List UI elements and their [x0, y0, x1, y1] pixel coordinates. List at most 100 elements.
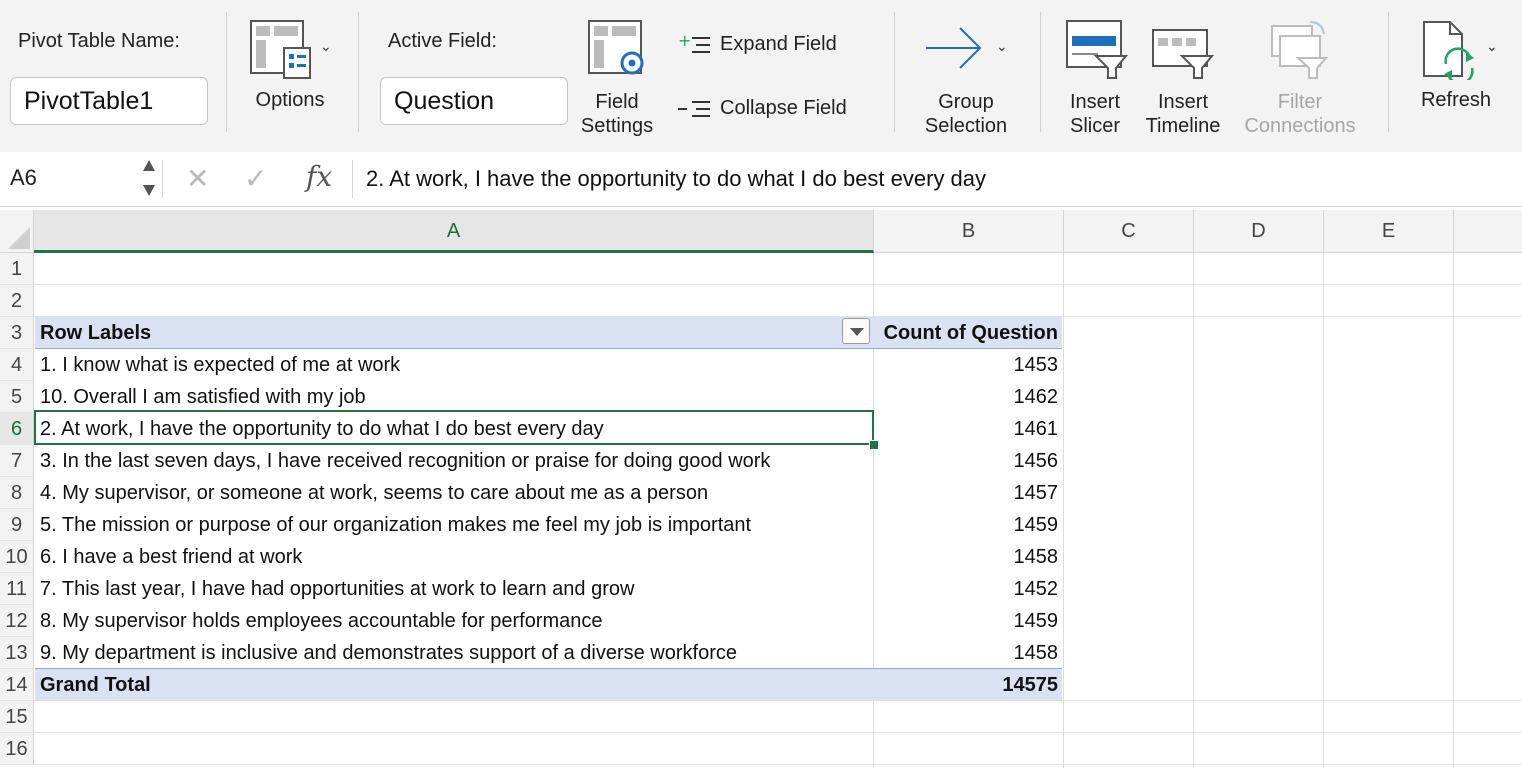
collapse-field-label: Collapse Field: [720, 97, 847, 119]
row-header-15[interactable]: 15: [0, 701, 34, 733]
row-label-cell[interactable]: 10. Overall I am satisfied with my job: [35, 381, 873, 413]
row-header-10[interactable]: 10: [0, 541, 34, 573]
row-labels-header[interactable]: Row Labels: [35, 317, 835, 349]
row-header-12[interactable]: 12: [0, 605, 34, 637]
row-header-9[interactable]: 9: [0, 509, 34, 541]
expand-icon: +: [678, 32, 710, 53]
row-header-3[interactable]: 3: [0, 317, 34, 349]
name-box[interactable]: A6: [0, 152, 160, 206]
gridline: [1193, 253, 1194, 768]
count-cell[interactable]: 1462: [874, 381, 1063, 413]
insert-timeline-label-line1: Insert: [1157, 91, 1209, 113]
count-cell[interactable]: 1461: [874, 413, 1063, 445]
insert-function-icon[interactable]: fx: [306, 160, 332, 193]
cancel-icon[interactable]: ✕: [186, 162, 209, 195]
gridline: [1063, 253, 1064, 768]
enter-icon[interactable]: ✓: [244, 162, 267, 195]
column-header-c[interactable]: C: [1064, 210, 1194, 253]
row-header-5[interactable]: 5: [0, 381, 34, 413]
ribbon-separator: [226, 12, 227, 132]
group-selection-label-line2: Selection: [924, 115, 1008, 137]
gridline: [34, 764, 1522, 765]
chevron-down-icon: ⌄: [320, 38, 332, 54]
row-header-13[interactable]: 13: [0, 637, 34, 669]
insert-timeline-label-line2: Timeline: [1145, 115, 1221, 137]
formula-input[interactable]: 2. At work, I have the opportunity to do…: [366, 152, 986, 206]
filter-connections-label-line2: Connections: [1244, 115, 1356, 137]
name-box-stepper-icon[interactable]: [142, 158, 156, 198]
select-all-corner[interactable]: [0, 210, 34, 253]
row-label-cell[interactable]: 9. My department is inclusive and demons…: [35, 637, 873, 669]
expand-field-label: Expand Field: [720, 33, 837, 55]
grand-total-count[interactable]: 14575: [874, 669, 1063, 701]
worksheet-grid[interactable]: A B C D E F 1 2 3 4 5 6 7 8 9 10 11 12 1…: [0, 210, 1522, 768]
field-settings-label-line1: Field: [595, 91, 639, 113]
gridline: [34, 284, 1522, 285]
insert-slicer-button[interactable]: Insert Slicer: [1058, 18, 1132, 137]
timeline-icon: [1152, 29, 1215, 79]
column-header-b[interactable]: B: [874, 210, 1064, 253]
refresh-button[interactable]: ⌄ Refresh: [1406, 18, 1506, 128]
insert-timeline-button[interactable]: Insert Timeline: [1140, 18, 1226, 137]
count-cell[interactable]: 1458: [874, 541, 1063, 573]
column-header-e[interactable]: E: [1324, 210, 1454, 253]
row-label-cell[interactable]: 7. This last year, I have had opportunit…: [35, 573, 873, 605]
count-of-question-header[interactable]: Count of Question: [874, 317, 1063, 349]
filter-connections-button[interactable]: Filter Connections: [1236, 18, 1364, 137]
count-cell[interactable]: 1459: [874, 605, 1063, 637]
count-cell[interactable]: 1457: [874, 477, 1063, 509]
refresh-label: Refresh: [1420, 89, 1492, 111]
column-header-f[interactable]: F: [1454, 210, 1522, 253]
row-header-4[interactable]: 4: [0, 349, 34, 381]
gridline: [34, 732, 1522, 733]
column-header-d[interactable]: D: [1194, 210, 1324, 253]
collapse-field-button[interactable]: Collapse Field: [676, 94, 876, 124]
row-label-cell[interactable]: 5. The mission or purpose of our organiz…: [35, 509, 873, 541]
refresh-icon: [1423, 21, 1474, 80]
pivot-table-name-label: Pivot Table Name:: [18, 30, 180, 52]
pivot-table-name-input[interactable]: PivotTable1: [10, 77, 208, 125]
active-field-input[interactable]: Question: [380, 77, 568, 125]
row-header-6[interactable]: 6: [0, 413, 34, 445]
row-label-cell[interactable]: 3. In the last seven days, I have receiv…: [35, 445, 873, 477]
row-label-cell-selected[interactable]: 2. At work, I have the opportunity to do…: [35, 413, 873, 445]
options-icon: [250, 20, 311, 79]
count-cell[interactable]: 1459: [874, 509, 1063, 541]
svg-text:+: +: [678, 32, 691, 50]
row-header-16[interactable]: 16: [0, 733, 34, 765]
count-cell[interactable]: 1456: [874, 445, 1063, 477]
ribbon-separator: [358, 12, 359, 132]
field-settings-label-line2: Settings: [580, 115, 654, 137]
row-header-11[interactable]: 11: [0, 573, 34, 605]
count-cell[interactable]: 1452: [874, 573, 1063, 605]
expand-field-button[interactable]: + Expand Field: [676, 30, 876, 60]
count-cell[interactable]: 1458: [874, 637, 1063, 669]
slicer-icon: [1066, 20, 1128, 79]
grand-total-label[interactable]: Grand Total: [35, 669, 873, 701]
row-header-7[interactable]: 7: [0, 445, 34, 477]
gridline: [1323, 253, 1324, 768]
column-header-a[interactable]: A: [34, 210, 874, 253]
collapse-icon: [678, 101, 710, 117]
ribbon-separator: [1040, 12, 1041, 132]
group-selection-button[interactable]: ⌄ Group Selection: [912, 18, 1024, 137]
field-settings-button[interactable]: Field Settings: [574, 18, 664, 137]
row-header-2[interactable]: 2: [0, 285, 34, 317]
formula-bar-divider: [162, 160, 163, 198]
ribbon-separator: [1388, 12, 1389, 132]
options-button[interactable]: ⌄ Options: [246, 18, 346, 128]
formula-bar: A6 ✕ ✓ fx 2. At work, I have the opportu…: [0, 152, 1522, 207]
insert-slicer-label-line2: Slicer: [1069, 115, 1120, 137]
row-label-cell[interactable]: 4. My supervisor, or someone at work, se…: [35, 477, 873, 509]
row-labels-filter-dropdown[interactable]: [842, 318, 870, 344]
count-cell[interactable]: 1453: [874, 349, 1063, 381]
row-label-cell[interactable]: 8. My supervisor holds employees account…: [35, 605, 873, 637]
chevron-down-icon: ⌄: [1486, 38, 1498, 54]
row-header-8[interactable]: 8: [0, 477, 34, 509]
row-header-14[interactable]: 14: [0, 669, 34, 701]
fill-handle[interactable]: [869, 440, 879, 450]
row-header-1[interactable]: 1: [0, 253, 34, 285]
row-label-cell[interactable]: 6. I have a best friend at work: [35, 541, 873, 573]
row-label-cell[interactable]: 1. I know what is expected of me at work: [35, 349, 873, 381]
pivot-table-ribbon: Pivot Table Name: PivotTable1 ⌄ Options …: [0, 0, 1522, 153]
